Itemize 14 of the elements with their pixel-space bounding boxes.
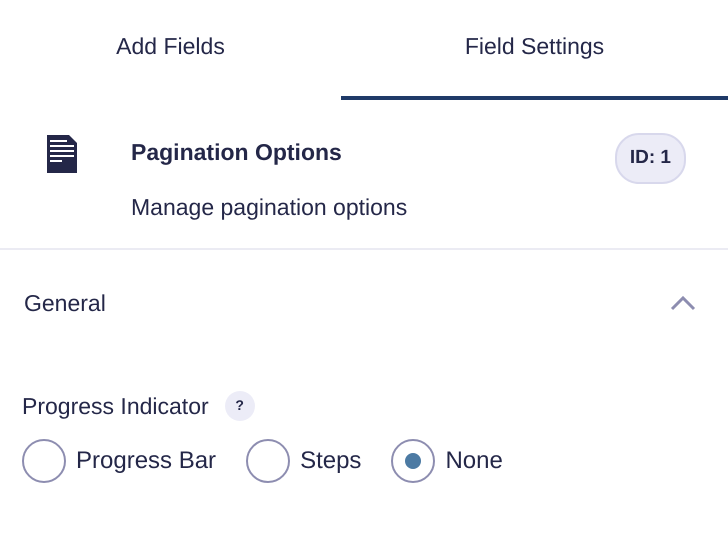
id-badge: ID: 1 <box>614 133 686 184</box>
document-icon <box>47 135 77 173</box>
radio-label[interactable]: Steps <box>300 443 362 479</box>
field-label: Progress Indicator <box>22 392 209 421</box>
field-description: Manage pagination options <box>131 192 408 222</box>
radio-button[interactable] <box>22 439 66 483</box>
radio-label[interactable]: None <box>445 443 503 479</box>
field-title: Pagination Options <box>131 138 343 167</box>
help-icon[interactable]: ? <box>224 390 255 421</box>
chevron-up-icon[interactable] <box>670 295 696 312</box>
radio-label[interactable]: Progress Bar <box>76 443 216 479</box>
radio-button[interactable] <box>391 439 436 483</box>
radio-button[interactable] <box>246 439 290 483</box>
section-title: General <box>24 289 106 318</box>
